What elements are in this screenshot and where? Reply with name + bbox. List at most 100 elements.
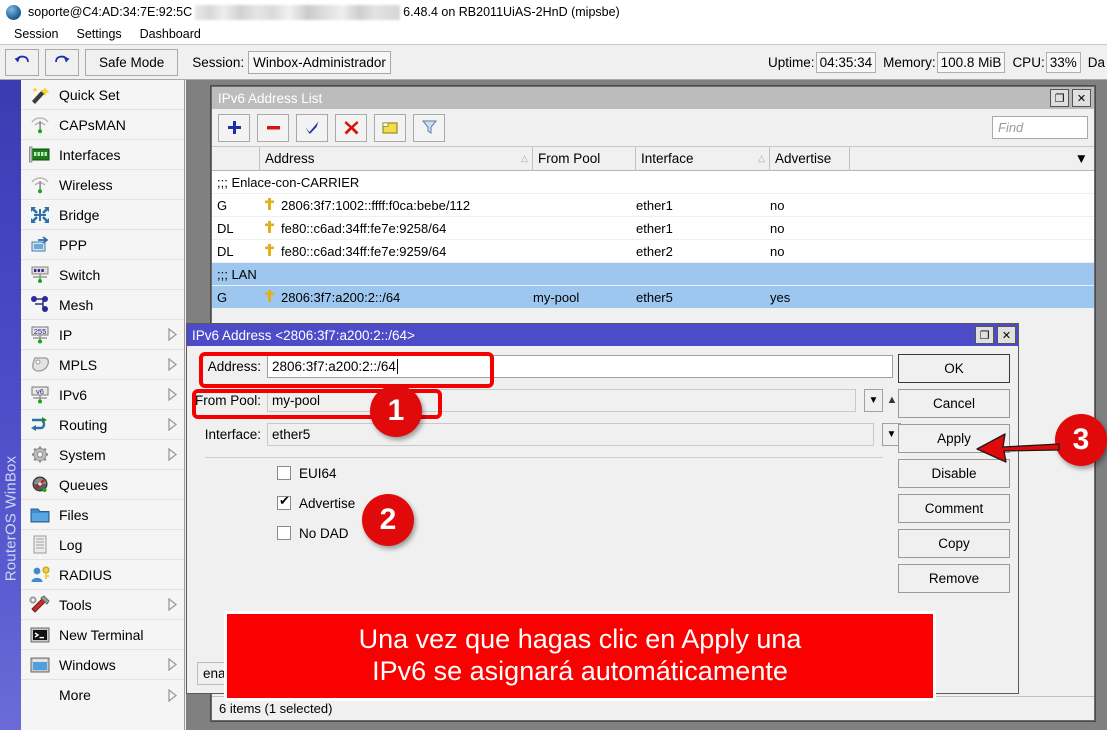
- table-row[interactable]: G2806:3f7:1002::ffff:f0ca:bebe/112ether1…: [212, 194, 1094, 217]
- disable-button[interactable]: [335, 114, 367, 142]
- sidebar-item-label: PPP: [59, 237, 168, 253]
- sidebar-item-wireless[interactable]: Wireless: [21, 170, 184, 200]
- no-dad-row[interactable]: No DAD: [187, 518, 901, 548]
- dialog-title: IPv6 Address <2806:3f7:a200:2::/64>: [192, 328, 415, 343]
- address-key-icon: [264, 243, 275, 260]
- copy-button[interactable]: Copy: [898, 529, 1010, 558]
- remove-button[interactable]: [257, 114, 289, 142]
- column-header-interface[interactable]: Interface △: [636, 147, 770, 171]
- sidebar-item-mesh[interactable]: Mesh: [21, 290, 184, 320]
- advertise-row[interactable]: Advertise: [187, 488, 901, 518]
- column-header-from-pool[interactable]: From Pool: [533, 147, 636, 171]
- from-pool-input[interactable]: my-pool: [267, 389, 856, 412]
- enable-button[interactable]: [296, 114, 328, 142]
- safe-mode-button[interactable]: Safe Mode: [85, 49, 178, 76]
- close-icon[interactable]: ✕: [997, 326, 1016, 344]
- maximize-icon[interactable]: ❐: [1050, 89, 1069, 107]
- column-header-address[interactable]: Address △: [260, 147, 533, 171]
- sidebar-item-queues[interactable]: Queues: [21, 470, 184, 500]
- sidebar-item-label: Switch: [59, 267, 168, 283]
- menu-settings[interactable]: Settings: [67, 27, 130, 41]
- sidebar-item-new-terminal[interactable]: New Terminal: [21, 620, 184, 650]
- ok-button[interactable]: OK: [898, 354, 1010, 383]
- interface-input[interactable]: ether5: [267, 423, 874, 446]
- sidebar-item-mpls[interactable]: MPLS: [21, 350, 184, 380]
- table-row[interactable]: DLfe80::c6ad:34ff:fe7e:9259/64ether2no: [212, 240, 1094, 263]
- column-header-advertise[interactable]: Advertise: [770, 147, 850, 171]
- filter-button[interactable]: [413, 114, 445, 142]
- sidebar-item-label: Mesh: [59, 297, 168, 313]
- address-text: 2806:3f7:1002::ffff:f0ca:bebe/112: [281, 198, 470, 213]
- maximize-icon[interactable]: ❐: [975, 326, 994, 344]
- table-row[interactable]: G2806:3f7:a200:2::/64my-poolether5yes: [212, 286, 1094, 309]
- network-card-icon: [28, 144, 52, 166]
- eui64-row[interactable]: EUI64: [187, 458, 901, 488]
- sidebar-item-windows[interactable]: Windows: [21, 650, 184, 680]
- svg-text:v6: v6: [36, 387, 44, 396]
- address-label: Address:: [187, 359, 267, 374]
- sidebar-item-files[interactable]: Files: [21, 500, 184, 530]
- address-input[interactable]: 2806:3f7:a200:2::/64: [267, 355, 893, 378]
- status-metrics: Uptime: 04:35:34 Memory: 100.8 MiB CPU: …: [761, 52, 1107, 73]
- uptime-value: 04:35:34: [816, 52, 877, 73]
- sidebar-item-bridge[interactable]: Bridge: [21, 200, 184, 230]
- table-row-comment[interactable]: ;;; LAN: [212, 263, 1094, 286]
- sidebar-item-interfaces[interactable]: Interfaces: [21, 140, 184, 170]
- session-label: Session:: [192, 55, 244, 70]
- menu-session[interactable]: Session: [5, 27, 67, 41]
- sidebar-item-label: New Terminal: [59, 627, 168, 643]
- redo-icon: [53, 54, 71, 70]
- search-input[interactable]: Find: [992, 116, 1088, 139]
- no-dad-checkbox[interactable]: [277, 526, 291, 540]
- table-row[interactable]: DLfe80::c6ad:34ff:fe7e:9258/64ether1no: [212, 217, 1094, 240]
- column-header-flags[interactable]: [212, 147, 260, 171]
- sidebar-item-ppp[interactable]: PPP: [21, 230, 184, 260]
- gear-icon: [28, 444, 52, 466]
- column-options-button[interactable]: ▼: [850, 147, 1094, 171]
- comment-button[interactable]: Comment: [898, 494, 1010, 523]
- sidebar-item-label: Tools: [59, 597, 168, 613]
- sidebar-item-label: CAPsMAN: [59, 117, 168, 133]
- sidebar-item-label: Queues: [59, 477, 168, 493]
- magic-wand-icon: [28, 84, 52, 106]
- folder-icon: [28, 504, 52, 526]
- sort-ascending-icon: △: [758, 153, 765, 164]
- advertise-checkbox[interactable]: [277, 496, 291, 510]
- sidebar-item-switch[interactable]: Switch: [21, 260, 184, 290]
- redo-button[interactable]: [45, 49, 79, 76]
- sidebar-item-routing[interactable]: Routing: [21, 410, 184, 440]
- sidebar-item-ip[interactable]: 255IP: [21, 320, 184, 350]
- sidebar-item-tools[interactable]: Tools: [21, 590, 184, 620]
- interface-row: Interface: ether5 ▼: [187, 420, 901, 448]
- sidebar-item-more[interactable]: More: [21, 680, 184, 710]
- add-button[interactable]: [218, 114, 250, 142]
- cancel-button[interactable]: Cancel: [898, 389, 1010, 418]
- list-toolbar: Find: [212, 109, 1094, 147]
- sidebar-item-ipv6[interactable]: v6 IPv6: [21, 380, 184, 410]
- ip-255-icon: 255: [28, 324, 52, 346]
- annotation-step-1: 1: [370, 385, 422, 437]
- mesh-icon: [28, 294, 52, 316]
- session-value[interactable]: Winbox-Administrador: [248, 51, 391, 74]
- remove-button[interactable]: Remove: [898, 564, 1010, 593]
- routing-icon: [28, 414, 52, 436]
- comment-button[interactable]: [374, 114, 406, 142]
- main-toolbar: Safe Mode Session: Winbox-Administrador …: [0, 44, 1107, 80]
- gauge-icon: [28, 474, 52, 496]
- sidebar-item-capsman[interactable]: CAPsMAN: [21, 110, 184, 140]
- no-icon: [28, 684, 52, 706]
- table-row-comment[interactable]: ;;; Enlace-con-CARRIER: [212, 171, 1094, 194]
- sidebar-item-radius[interactable]: RADIUS: [21, 560, 184, 590]
- close-icon[interactable]: ✕: [1072, 89, 1091, 107]
- undo-button[interactable]: [5, 49, 39, 76]
- window-title-prefix: soporte@C4:AD:34:7E:92:5C: [28, 5, 192, 19]
- menu-dashboard[interactable]: Dashboard: [131, 27, 210, 41]
- sidebar-item-label: IPv6: [59, 387, 168, 403]
- sidebar-item-quick-set[interactable]: Quick Set: [21, 80, 184, 110]
- cell-advertise: yes: [770, 290, 850, 305]
- sidebar-item-system[interactable]: System: [21, 440, 184, 470]
- eui64-checkbox[interactable]: [277, 466, 291, 480]
- chevron-down-icon[interactable]: ▼: [864, 389, 883, 412]
- sidebar-item-log[interactable]: Log: [21, 530, 184, 560]
- address-key-icon: [264, 197, 275, 214]
